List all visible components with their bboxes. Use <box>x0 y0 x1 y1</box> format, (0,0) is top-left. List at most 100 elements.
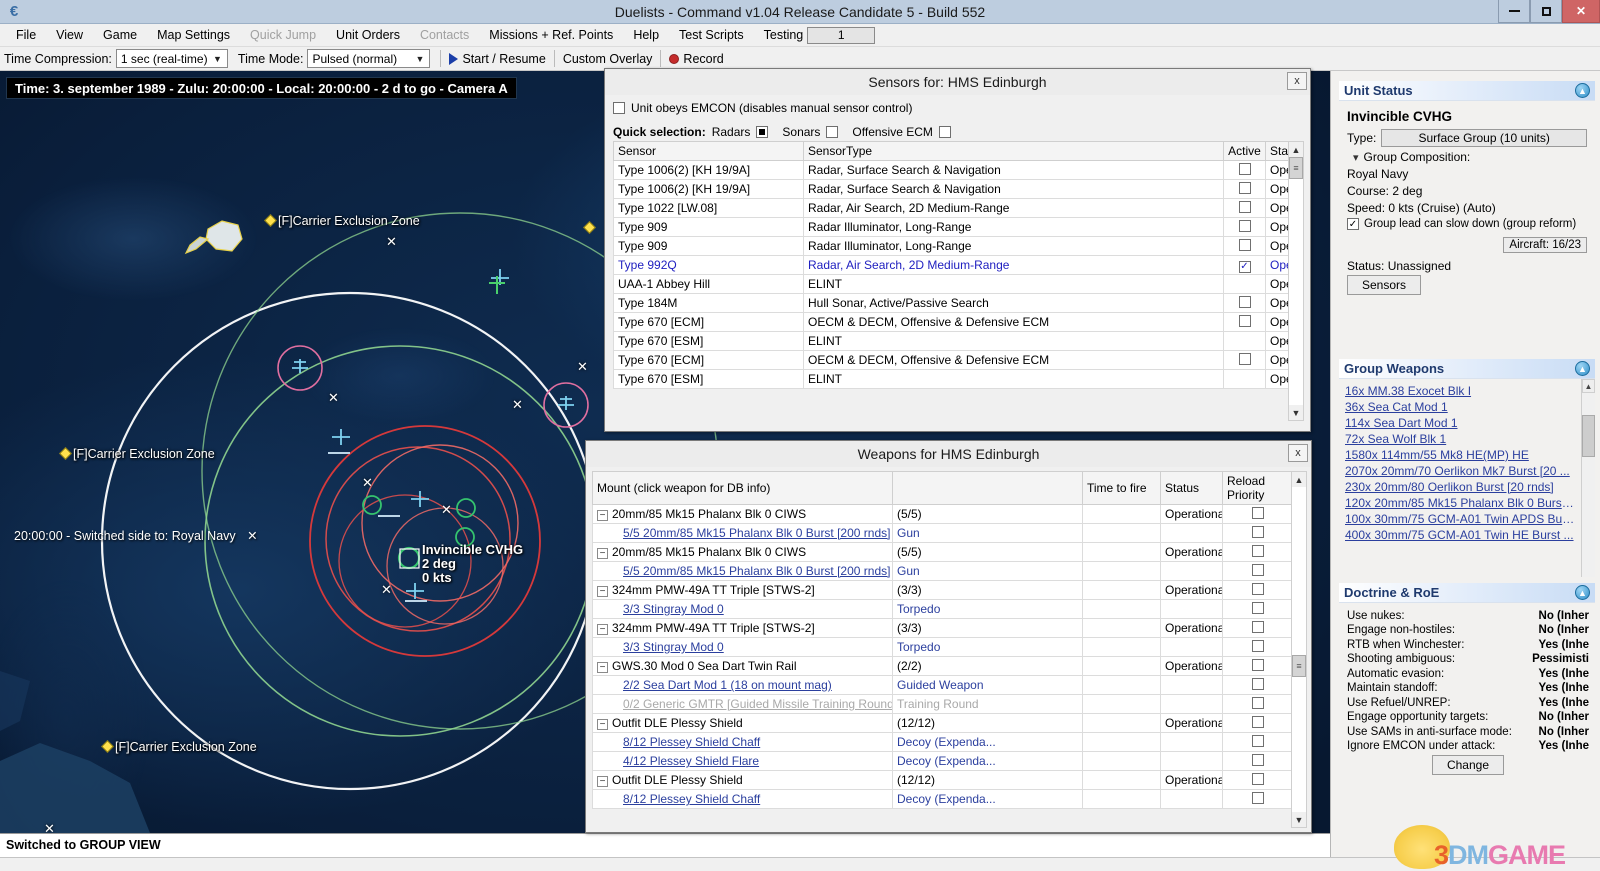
weapon-reload-priority-cell[interactable] <box>1222 580 1291 600</box>
table-row[interactable]: Type 909Radar Illuminator, Long-Range Ope… <box>613 236 1288 256</box>
scroll-up-icon-gw[interactable]: ▲ <box>1582 379 1595 393</box>
weapons-col-qty[interactable] <box>892 471 1083 505</box>
doctrine-row-2[interactable]: Engage non-hostiles: No (Inher <box>1347 624 1589 636</box>
table-row[interactable]: Type 1006(2) [KH 19/9A] Radar, Surface Se… <box>613 179 1288 199</box>
minimize-button[interactable] <box>1498 0 1530 23</box>
weapon-mount-cell[interactable]: − GWS.30 Mod 0 Sea Dart Twin Rail <box>592 656 893 676</box>
reload-priority-checkbox[interactable] <box>1251 753 1264 766</box>
expand-collapse-icon[interactable]: − <box>597 548 608 559</box>
reload-priority-checkbox[interactable] <box>1251 601 1264 614</box>
group-composition-row[interactable]: ▾ Group Composition: <box>1353 150 1587 164</box>
group-weapon-link-6[interactable]: 2070x 20mm/70 Oerlikon Mk7 Burst [20 ... <box>1345 464 1575 478</box>
sensors-table[interactable]: Sensor SensorType Active Status Type 100… <box>613 141 1288 389</box>
sensors-scrollbar[interactable]: ▲ ≡ ▼ <box>1288 141 1304 421</box>
weapon-mount-cell[interactable]: 4/12 Plessey Shield Flare <box>592 751 893 771</box>
reload-priority-checkbox[interactable] <box>1251 544 1264 557</box>
group-weapon-link-7[interactable]: 230x 20mm/80 Oerlikon Burst [20 rnds] <box>1345 480 1575 494</box>
doctrine-row-3[interactable]: RTB when Winchester: Yes (Inhe <box>1347 639 1589 651</box>
expand-collapse-icon[interactable]: − <box>597 719 608 730</box>
weapon-mount-cell[interactable]: 8/12 Plessey Shield Chaff <box>592 732 893 752</box>
group-weapon-link-8[interactable]: 120x 20mm/85 Mk15 Phalanx Blk 0 Burst... <box>1345 496 1575 510</box>
sensor-active-cell[interactable] <box>1223 236 1266 256</box>
testing-value-field[interactable]: 1 <box>807 26 876 44</box>
sensor-active-checkbox[interactable] <box>1238 352 1251 365</box>
weapon-reload-priority-cell[interactable] <box>1222 656 1291 676</box>
sensors-scroll-thumb[interactable]: ≡ <box>1289 157 1303 179</box>
weapon-reload-priority-cell[interactable] <box>1222 599 1291 619</box>
contact-x-2[interactable]: ✕ <box>577 359 588 375</box>
maximize-button[interactable] <box>1530 0 1562 23</box>
record-button[interactable]: Record <box>661 49 731 69</box>
table-row[interactable]: Type 670 [ECM] OECM & DECM, Offensive & D… <box>613 312 1288 332</box>
sensor-active-cell[interactable] <box>1223 274 1266 294</box>
quick-ecm-checkbox[interactable] <box>938 126 951 138</box>
group-lead-row[interactable]: ✓ Group lead can slow down (group reform… <box>1347 218 1587 230</box>
weapon-link[interactable]: 8/12 Plessey Shield Chaff <box>623 792 760 806</box>
table-row[interactable]: 5/5 20mm/85 Mk15 Phalanx Blk 0 Burst [20… <box>592 523 1291 543</box>
reload-priority-checkbox[interactable] <box>1251 658 1264 671</box>
sensors-col-sensor[interactable]: Sensor <box>613 141 804 161</box>
group-weapons-scrollbar[interactable]: ▲ <box>1581 379 1595 577</box>
sensors-scroll-track[interactable]: ≡ <box>1289 157 1303 405</box>
weapon-reload-priority-cell[interactable] <box>1222 732 1291 752</box>
table-row[interactable]: Type 909Radar Illuminator, Long-Range Ope… <box>613 217 1288 237</box>
sensor-active-cell[interactable] <box>1223 312 1266 332</box>
weapon-reload-priority-cell[interactable] <box>1222 561 1291 581</box>
weapon-reload-priority-cell[interactable] <box>1222 751 1291 771</box>
weapon-reload-priority-cell[interactable] <box>1222 523 1291 543</box>
sensor-active-checkbox[interactable] <box>1238 238 1251 251</box>
weapon-reload-priority-cell[interactable] <box>1222 675 1291 695</box>
reload-priority-checkbox[interactable] <box>1251 563 1264 576</box>
table-row[interactable]: UAA-1 Abbey HillELINT Operational <box>613 274 1288 294</box>
weapon-link[interactable]: 3/3 Stingray Mod 0 <box>623 640 724 654</box>
reload-priority-checkbox[interactable] <box>1251 582 1264 595</box>
table-row[interactable]: Type 1022 [LW.08] Radar, Air Search, 2D M… <box>613 198 1288 218</box>
sensor-active-cell[interactable] <box>1223 369 1266 389</box>
sensors-dialog-close-button[interactable]: x <box>1287 72 1307 90</box>
sensor-active-cell[interactable] <box>1223 350 1266 370</box>
table-row[interactable]: −20mm/85 Mk15 Phalanx Blk 0 CIWS (5/5) Ope… <box>592 542 1291 562</box>
table-row[interactable]: 5/5 20mm/85 Mk15 Phalanx Blk 0 Burst [20… <box>592 561 1291 581</box>
sensor-active-cell[interactable]: ✓ <box>1223 255 1266 275</box>
weapon-reload-priority-cell[interactable] <box>1222 789 1291 809</box>
collapse-icon-group-weapons[interactable]: ▲ <box>1575 361 1590 376</box>
weapon-mount-cell[interactable]: −20mm/85 Mk15 Phalanx Blk 0 CIWS <box>592 504 893 524</box>
start-resume-button[interactable]: Start / Resume <box>441 49 553 69</box>
sensor-active-cell[interactable] <box>1223 179 1266 199</box>
weapons-table[interactable]: Mount (click weapon for DB info) Time to… <box>592 471 1291 809</box>
reload-priority-checkbox[interactable] <box>1251 734 1264 747</box>
doctrine-row-5[interactable]: Automatic evasion: Yes (Inhe <box>1347 668 1589 680</box>
sensor-active-checkbox[interactable] <box>1238 200 1251 213</box>
doctrine-change-button[interactable]: Change <box>1431 755 1505 775</box>
table-row[interactable]: Type 1006(2) [KH 19/9A] Radar, Surface Se… <box>613 160 1288 180</box>
contact-x-6[interactable]: ✕ <box>441 502 452 518</box>
quick-sonars-checkbox[interactable] <box>826 126 839 138</box>
reload-priority-checkbox[interactable] <box>1251 506 1264 519</box>
scroll-down-icon-weapons[interactable]: ▼ <box>1292 812 1306 827</box>
weapons-col-mount[interactable]: Mount (click weapon for DB info) <box>592 471 893 505</box>
weapon-mount-cell[interactable]: −324mm PMW-49A TT Triple [STWS-2] <box>592 618 893 638</box>
weapon-mount-cell[interactable]: 2/2 Sea Dart Mod 1 (18 on mount mag) <box>592 675 893 695</box>
scroll-thumb-gw[interactable] <box>1582 415 1595 457</box>
group-weapon-link-5[interactable]: 1580x 114mm/55 Mk8 HE(MP) HE <box>1345 448 1575 462</box>
contact-x-1[interactable]: ✕ <box>386 234 397 250</box>
weapon-reload-priority-cell[interactable] <box>1222 770 1291 790</box>
menu-map-settings[interactable]: Map Settings <box>147 26 240 44</box>
expand-collapse-icon[interactable]: − <box>597 624 608 635</box>
reload-priority-checkbox[interactable] <box>1251 696 1264 709</box>
doctrine-row-4[interactable]: Shooting ambiguous: Pessimisti <box>1347 653 1589 665</box>
expand-collapse-icon[interactable]: − <box>597 586 608 597</box>
expand-collapse-icon[interactable]: − <box>597 510 608 521</box>
sensor-active-cell[interactable] <box>1223 198 1266 218</box>
selected-unit-label[interactable]: Invincible CVHG 2 deg 0 kts <box>422 543 523 585</box>
sensor-active-checkbox[interactable] <box>1238 314 1251 327</box>
collapse-icon-doctrine[interactable]: ▲ <box>1575 585 1590 600</box>
time-compression-select[interactable]: 1 sec (real-time) ▼ <box>115 49 228 68</box>
collapse-icon-unit-status[interactable]: ▲ <box>1575 83 1590 98</box>
weapons-scroll-track[interactable]: ≡ <box>1292 487 1306 812</box>
weapon-mount-cell[interactable]: −20mm/85 Mk15 Phalanx Blk 0 CIWS <box>592 542 893 562</box>
table-row[interactable]: −20mm/85 Mk15 Phalanx Blk 0 CIWS (5/5) Ope… <box>592 504 1291 524</box>
table-row[interactable]: Type 992Q Radar, Air Search, 2D Medium-Ra… <box>613 255 1288 275</box>
table-row[interactable]: −324mm PMW-49A TT Triple [STWS-2] (3/3) Op… <box>592 580 1291 600</box>
doctrine-row-8[interactable]: Engage opportunity targets: No (Inher <box>1347 711 1589 723</box>
